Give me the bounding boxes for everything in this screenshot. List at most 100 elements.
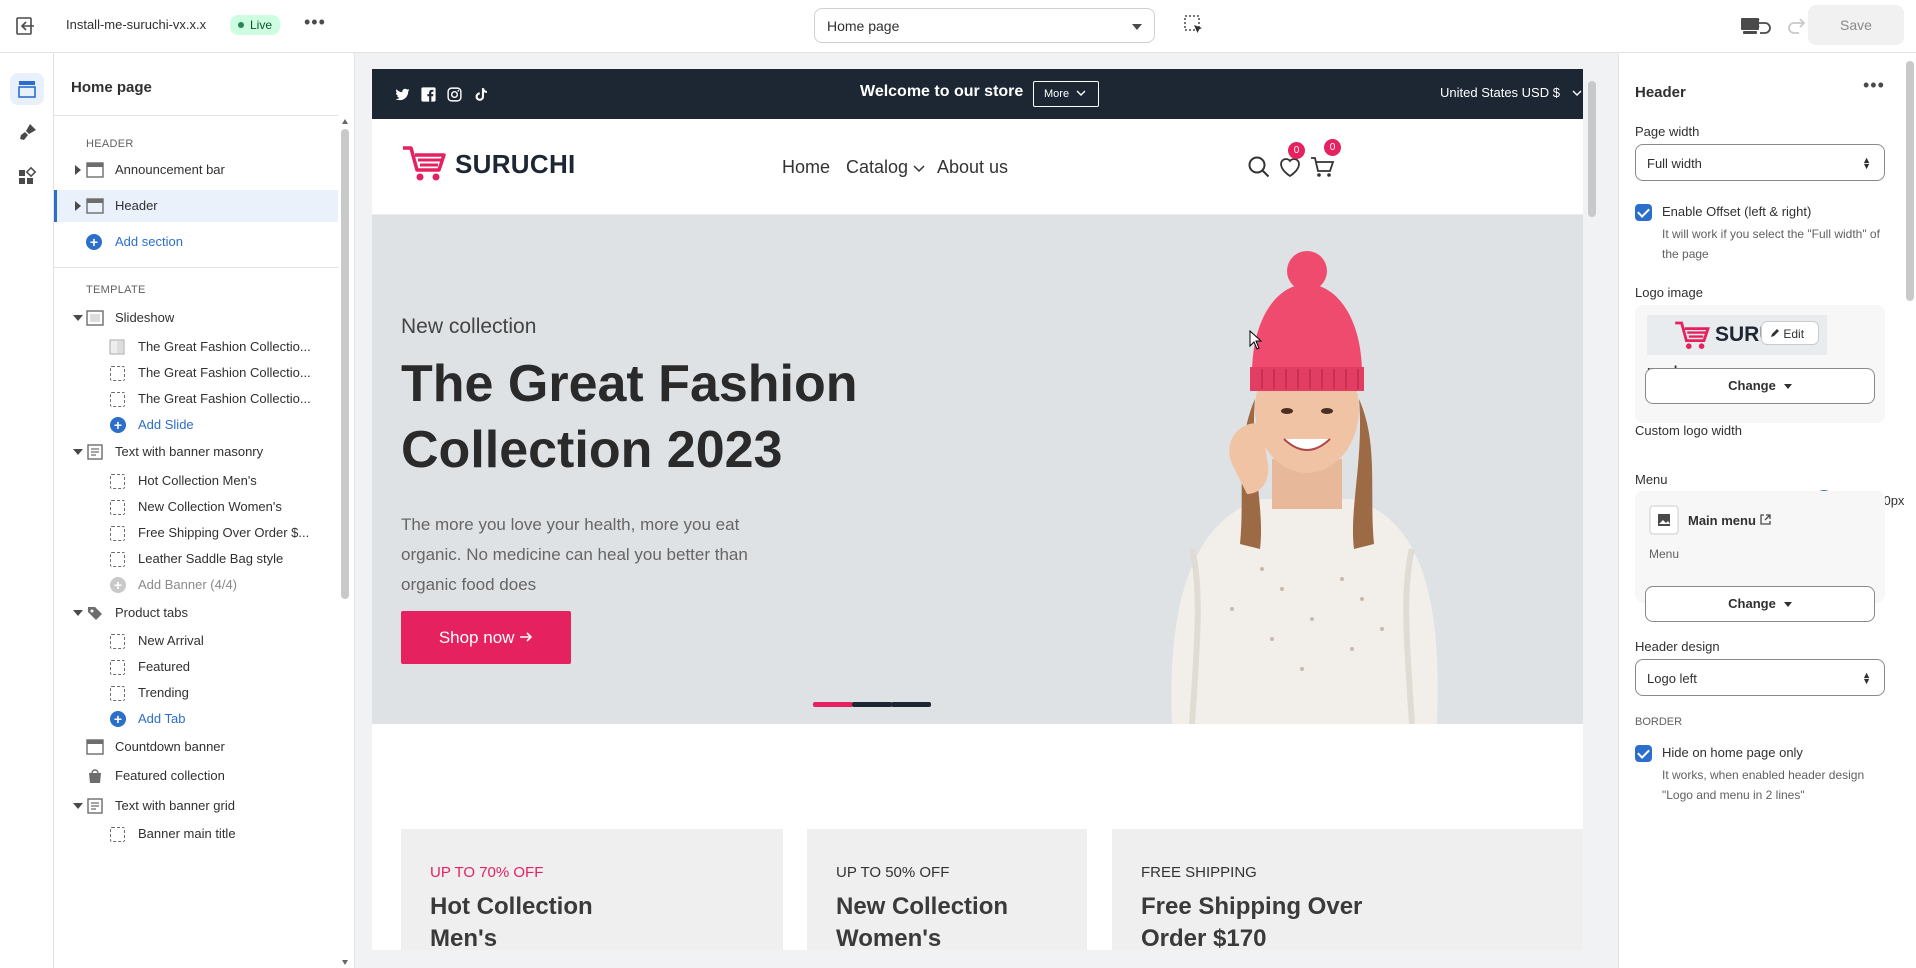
section-featured-collection[interactable]: Featured collection — [54, 760, 338, 792]
sections-icon — [18, 81, 36, 98]
collapse-icon[interactable] — [73, 610, 83, 616]
collapse-icon[interactable] — [73, 315, 83, 321]
banner-card-women[interactable]: UP TO 50% OFF New Collection Women's — [807, 829, 1087, 950]
chevron-down-icon — [1132, 24, 1142, 30]
collapse-icon[interactable] — [73, 803, 83, 809]
block-label: Hot Collection Men's — [138, 473, 257, 488]
facebook-icon[interactable] — [420, 86, 437, 103]
block-icon — [110, 526, 125, 541]
cart-logo-icon[interactable] — [401, 143, 447, 183]
banner-title: Free Shipping Over Order $170 — [1141, 893, 1363, 950]
undo-arrow-icon[interactable] — [1749, 14, 1773, 38]
header-design-select[interactable]: Logo left ▲ ▼ — [1635, 659, 1885, 696]
paintbrush-icon — [20, 124, 36, 140]
sidebar-scrollbar[interactable] — [340, 119, 350, 965]
banner-kicker: UP TO 70% OFF — [430, 864, 544, 881]
store-logo-text[interactable]: SURUCHI — [455, 149, 576, 180]
block-label: Banner main title — [138, 826, 236, 841]
slide-dot-3[interactable] — [891, 702, 931, 707]
expand-icon[interactable] — [75, 165, 81, 175]
hide-on-home-checkbox[interactable] — [1635, 745, 1652, 762]
search-icon[interactable] — [1246, 154, 1272, 180]
preview-scrollbar[interactable] — [1585, 71, 1599, 951]
storefront-preview[interactable]: Welcome to our store More United States … — [372, 69, 1583, 950]
section-announcement-bar[interactable]: Announcement bar — [54, 154, 338, 186]
nav-catalog[interactable]: Catalog — [846, 157, 925, 178]
add-section-header[interactable]: + Add section — [54, 226, 338, 258]
currency-selector[interactable]: United States USD $ — [1440, 85, 1582, 100]
page-select[interactable]: Home page — [814, 8, 1155, 43]
block-label: New Arrival — [138, 633, 204, 648]
banner-title: Hot Collection Men's — [430, 893, 593, 950]
inspector-icon[interactable] — [1183, 14, 1205, 36]
tiktok-icon[interactable] — [472, 86, 489, 103]
block-label: The Great Fashion Collectio... — [138, 391, 311, 406]
block-icon — [110, 552, 125, 567]
block-icon — [110, 500, 125, 515]
block-icon — [110, 634, 125, 649]
settings-scrollbar[interactable] — [1904, 53, 1916, 968]
scroll-thumb[interactable] — [1588, 81, 1596, 217]
cart-icon[interactable] — [1309, 154, 1335, 180]
edit-label: Edit — [1783, 327, 1805, 341]
header-section-icon — [86, 739, 104, 755]
hero-model-image — [1171, 251, 1438, 724]
collapse-icon[interactable] — [73, 449, 83, 455]
menu-name: Main menu — [1688, 513, 1756, 528]
redo-icon[interactable] — [1786, 14, 1810, 38]
save-button[interactable]: Save — [1808, 5, 1904, 45]
block-icon — [110, 474, 125, 489]
block-banner-main-title[interactable]: Banner main title — [54, 818, 338, 850]
scroll-up-icon[interactable] — [342, 119, 348, 124]
plus-circle-icon: + — [110, 577, 126, 593]
scroll-down-icon[interactable] — [342, 960, 348, 965]
page-width-select[interactable]: Full width ▲ ▼ — [1635, 144, 1885, 181]
section-settings-panel: Header ••• Page width Full width ▲ ▼ Enab… — [1618, 53, 1916, 968]
app-embeds-rail-button[interactable] — [10, 161, 44, 193]
logo-thumbnail[interactable]: SURU Edit — [1647, 315, 1827, 355]
shop-now-button[interactable]: Shop now — [401, 611, 571, 664]
block-icon — [110, 686, 125, 701]
scroll-thumb[interactable] — [341, 129, 349, 599]
nav-about[interactable]: About us — [937, 157, 1008, 178]
slide-dot-2[interactable] — [852, 702, 892, 707]
block-label: Free Shipping Over Order $... — [138, 525, 310, 540]
section-text-banner-masonry[interactable]: Text with banner masonry — [54, 436, 338, 468]
menu-link[interactable]: Main menu — [1688, 513, 1771, 528]
change-menu-button[interactable]: Change — [1645, 586, 1875, 622]
announcement-bar[interactable]: Welcome to our store More United States … — [372, 69, 1583, 119]
logo-width-label: Custom logo width — [1635, 423, 1742, 438]
section-countdown-banner[interactable]: Countdown banner — [54, 731, 338, 763]
announcement-more-button[interactable]: More — [1033, 81, 1099, 107]
section-slideshow[interactable]: Slideshow — [54, 302, 338, 334]
more-actions-icon[interactable]: ••• — [304, 12, 326, 33]
block-icon — [110, 660, 125, 675]
banner-card-men[interactable]: UP TO 70% OFF Hot Collection Men's — [401, 829, 783, 950]
enable-offset-label: Enable Offset (left & right) — [1662, 204, 1812, 219]
banner-card-shipping[interactable]: FREE SHIPPING Free Shipping Over Order $… — [1112, 829, 1583, 950]
plus-circle-icon: + — [86, 234, 102, 250]
logo-edit-button[interactable]: Edit — [1761, 321, 1819, 345]
theme-settings-rail-button[interactable] — [10, 117, 44, 149]
expand-icon[interactable] — [75, 201, 81, 211]
text-section-icon — [87, 798, 103, 814]
block-label: Featured — [138, 659, 191, 674]
change-logo-button[interactable]: Change — [1645, 368, 1875, 404]
nav-home[interactable]: Home — [782, 157, 830, 178]
menu-type: Menu — [1649, 547, 1680, 561]
sections-rail-button[interactable] — [10, 73, 44, 105]
scroll-thumb[interactable] — [1906, 61, 1914, 301]
chevron-down-icon — [1572, 90, 1582, 96]
mouse-cursor-icon — [1249, 330, 1263, 350]
slide-dot-1[interactable] — [813, 702, 853, 707]
twitter-icon[interactable] — [394, 86, 411, 103]
section-header[interactable]: Header — [54, 190, 338, 222]
menu-label: Menu — [1635, 472, 1668, 487]
more-options-icon[interactable]: ••• — [1863, 75, 1885, 96]
text-section-icon — [87, 444, 103, 460]
instagram-icon[interactable] — [446, 86, 463, 103]
enable-offset-help: It will work if you select the "Full wid… — [1662, 227, 1880, 261]
exit-icon[interactable] — [14, 15, 38, 37]
enable-offset-checkbox[interactable] — [1635, 204, 1652, 221]
plus-circle-icon: + — [110, 417, 126, 433]
